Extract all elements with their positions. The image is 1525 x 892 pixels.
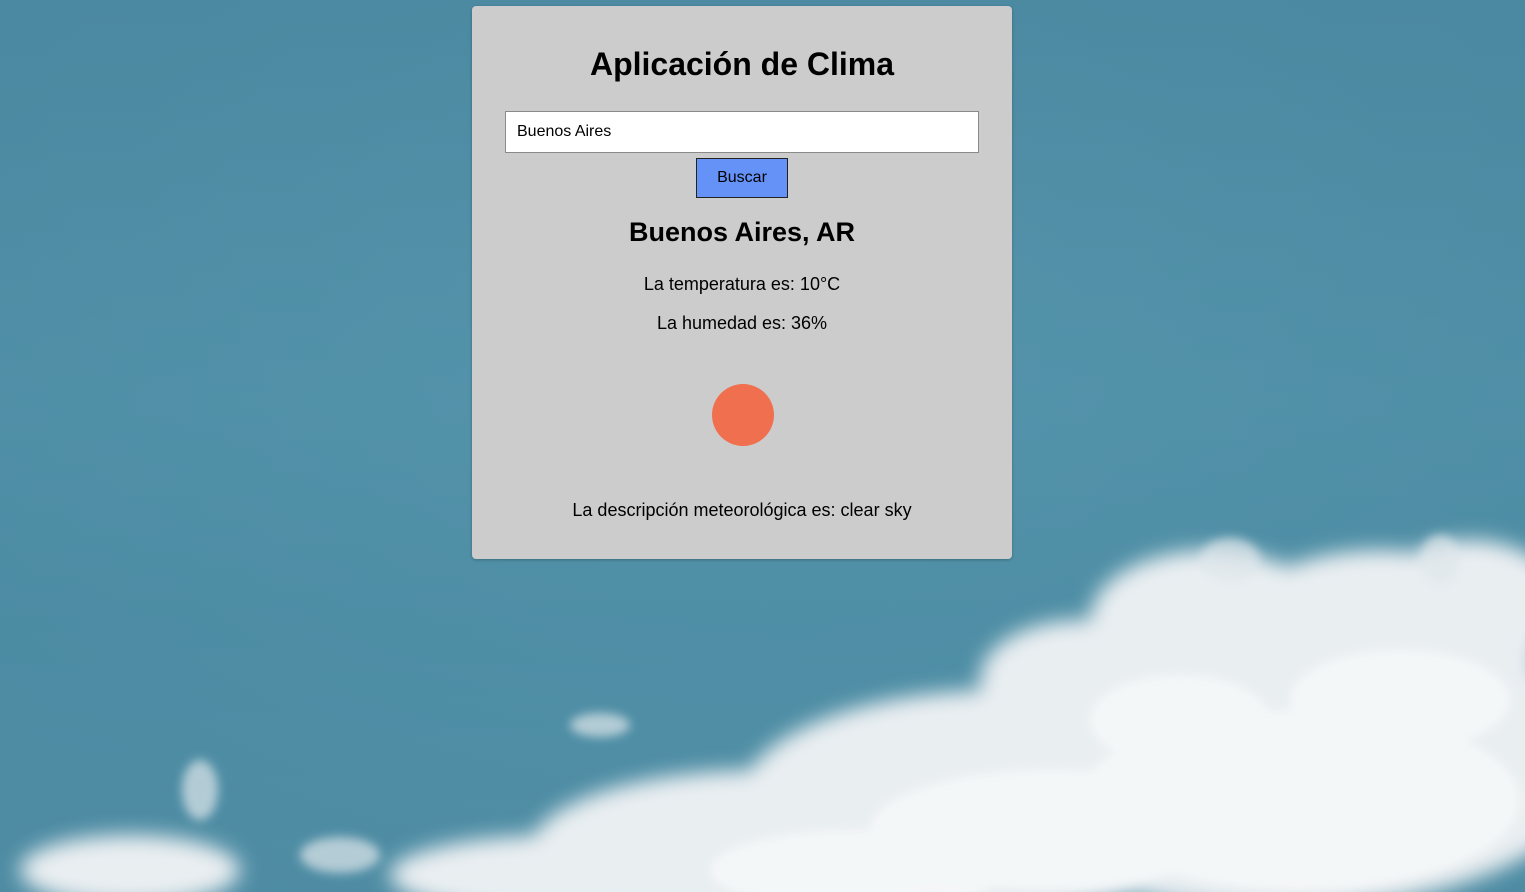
app-title: Aplicación de Clima <box>589 46 895 82</box>
city-search-input[interactable] <box>505 111 979 153</box>
temperature-text: La temperatura es: 10°C <box>643 274 841 294</box>
weather-description-text: La descripción meteorológica es: clear s… <box>572 500 912 520</box>
humidity-text: La humedad es: 36% <box>656 313 828 333</box>
search-button[interactable]: Buscar <box>696 158 788 198</box>
weather-card: Aplicación de Clima Buscar Buenos Aires,… <box>472 6 1012 559</box>
location-heading: Buenos Aires, AR <box>628 217 856 247</box>
sun-icon <box>712 384 774 446</box>
